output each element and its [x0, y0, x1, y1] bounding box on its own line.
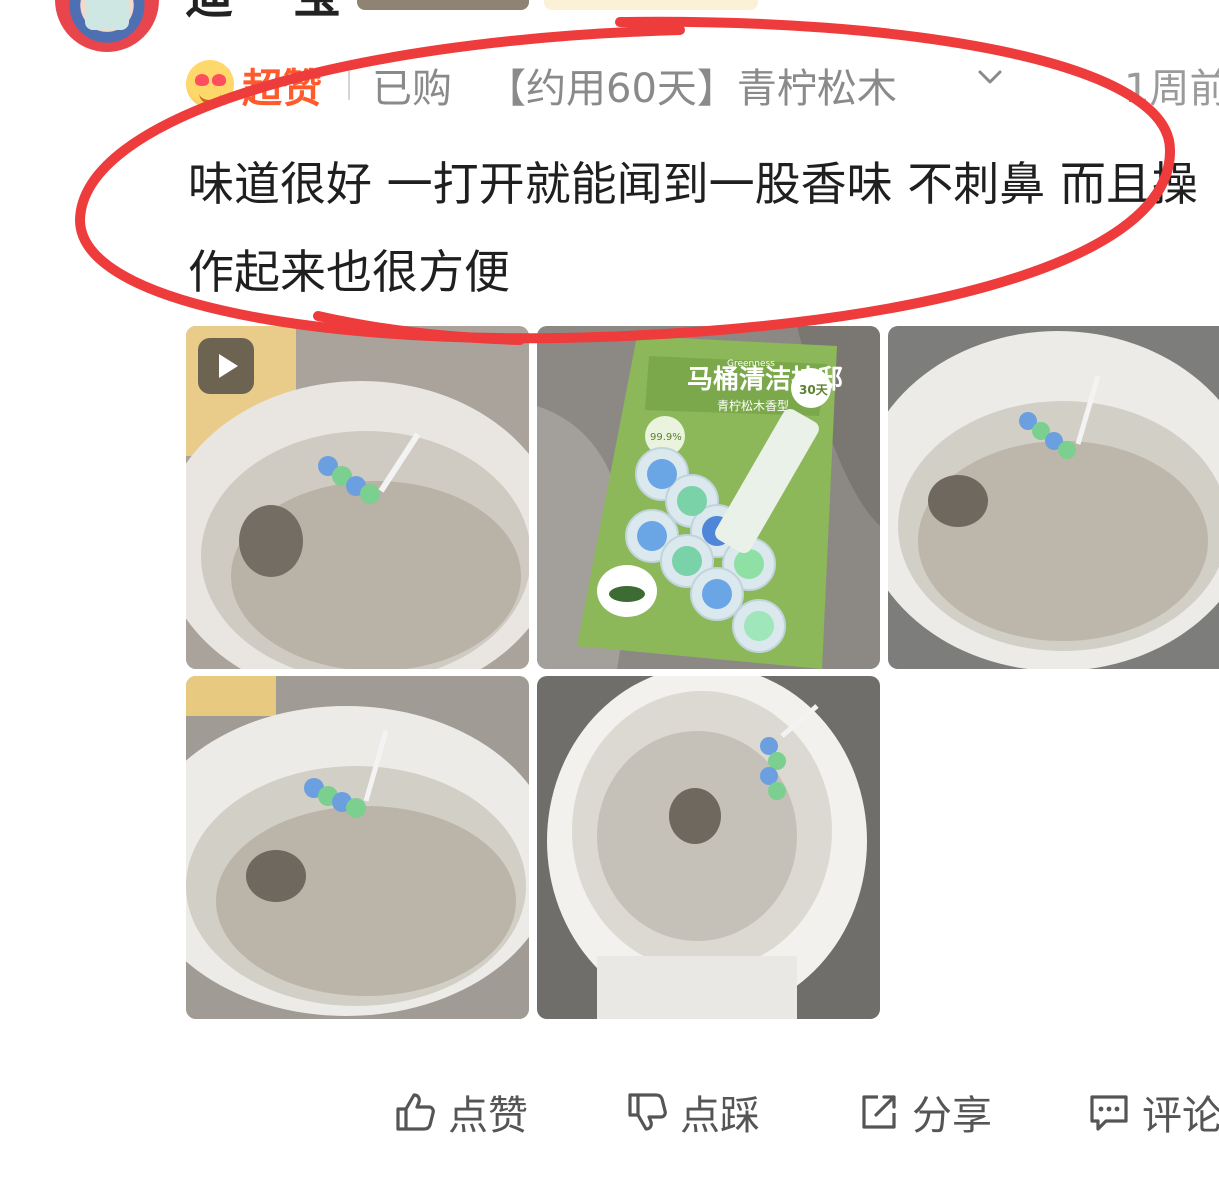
svg-text:99.9%: 99.9% — [650, 432, 682, 443]
comment-icon — [1090, 1095, 1128, 1131]
svg-text:Greenness: Greenness — [727, 359, 775, 369]
rating-label: 超赞 — [242, 66, 322, 112]
review-text: 味道很好 一打开就能闻到一股香味 不刺鼻 而且操作起来也很方便 — [188, 157, 1198, 299]
comment-button[interactable]: 评论 — [1086, 1082, 1219, 1142]
like-label: 点赞 — [448, 1093, 528, 1139]
level-badge: LV.6 小号 — [357, 0, 529, 10]
post-time: 1周前 — [1124, 66, 1219, 112]
review-photo-toilet-1[interactable] — [888, 326, 1219, 669]
purchase-status: 已购 — [372, 66, 452, 112]
comment-label: 评论 — [1142, 1093, 1219, 1139]
dislike-label: 点踩 — [680, 1093, 760, 1139]
share-label: 分享 — [912, 1093, 992, 1139]
chevron-down-icon[interactable] — [977, 64, 1003, 90]
avatar[interactable] — [55, 0, 159, 52]
thumbs-down-icon — [628, 1093, 667, 1131]
review-photo-toilet-2[interactable] — [186, 676, 529, 1019]
svg-text:30天: 30天 — [799, 383, 829, 397]
review-photo-package[interactable]: 马桶清洁挂邸 青柠松木香型 Greenness 30天 99.9% — [537, 326, 880, 669]
divider — [348, 70, 350, 100]
play-icon[interactable] — [198, 338, 254, 394]
like-button[interactable]: 点赞 — [392, 1082, 528, 1142]
review-photo-toilet-3[interactable] — [537, 676, 880, 1019]
dislike-button[interactable]: 点踩 — [624, 1082, 760, 1142]
tag-badge: 小区活跃用户 — [544, 0, 758, 10]
share-button[interactable]: 分享 — [856, 1082, 992, 1142]
thumbs-up-icon — [396, 1093, 435, 1131]
share-icon — [862, 1095, 896, 1129]
svg-text:青柠松木香型: 青柠松木香型 — [717, 398, 789, 413]
product-variant: 【约用60天】青柠松木 — [486, 66, 897, 112]
username[interactable]: 迪一宝 — [185, 0, 347, 26]
heart-eyes-emoji-icon — [186, 60, 234, 108]
